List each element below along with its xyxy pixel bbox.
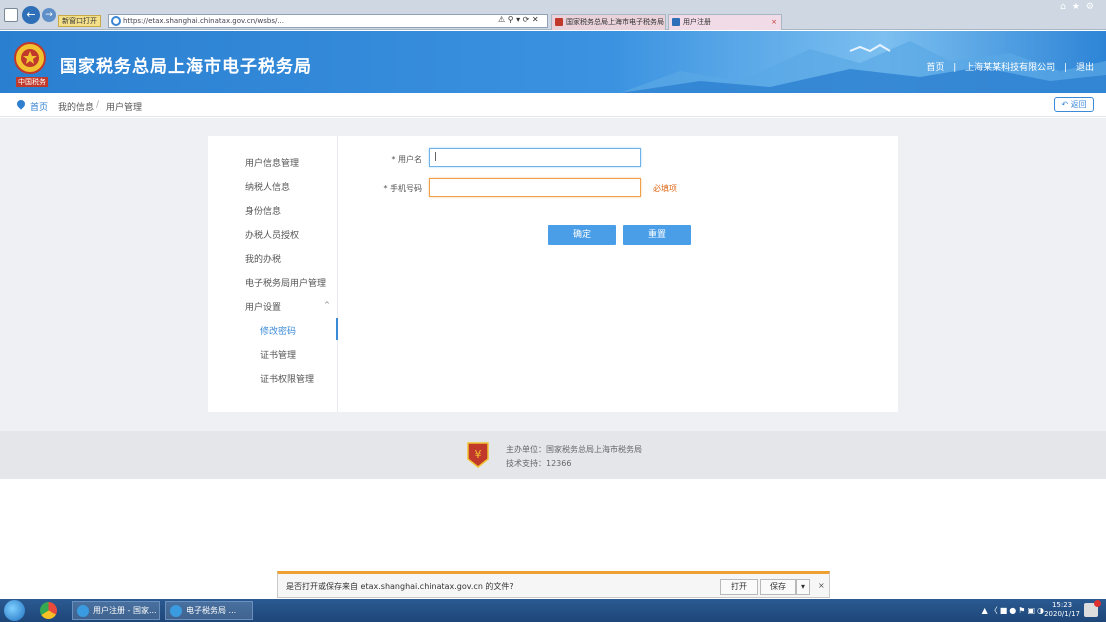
breadcrumb-separator: / (96, 100, 100, 110)
site-header: 中国税务 国家税务总局上海市电子税务局 首页 | 上海某某科技有限公司 | 退出 (0, 31, 1106, 93)
active-indicator (336, 318, 338, 340)
taskbar-ie-window[interactable]: 用户注册 - 国家... (72, 601, 160, 620)
return-button[interactable]: ↶ 返回 (1054, 97, 1094, 112)
browser-toolbar: ← → 新窗口打开 https://etax.shanghai.chinatax… (0, 0, 1106, 30)
ie-icon (111, 16, 121, 26)
field-2-label: * 手机号码 (383, 184, 422, 193)
field-2-input[interactable] (429, 178, 641, 197)
taskbar-clock[interactable]: 15:23 2020/1/17 (1044, 601, 1080, 619)
breadcrumb-level2[interactable]: 我的信息 (58, 100, 94, 113)
menu-item-authorization[interactable]: 办税人员授权 (245, 228, 299, 241)
tab-close-icon[interactable]: × (771, 15, 777, 29)
save-options-dropdown[interactable]: ▾ (796, 579, 810, 595)
taskbar: 用户注册 - 国家... 电子税务局 ... ▲〈■●⚑▣◑ 15:23 202… (0, 599, 1106, 622)
site-title: 国家税务总局上海市电子税务局 (60, 57, 312, 77)
menu-item-user-settings[interactable]: 用户设置 (245, 300, 281, 313)
menu-item-taxpayer-info[interactable]: 纳税人信息 (245, 180, 290, 193)
start-button[interactable] (4, 600, 25, 621)
browser-tab-2[interactable]: 用户注册 × (668, 14, 782, 30)
location-pin-icon (15, 98, 27, 110)
chrome-icon[interactable] (40, 602, 57, 619)
menu-item-my-tax[interactable]: 我的办税 (245, 252, 281, 265)
svg-text:¥: ¥ (475, 448, 482, 461)
browser-tools[interactable]: ⌂★⚙ (1060, 2, 1100, 12)
address-tools[interactable]: ⚠ ⚲ ▾ ⟳ ✕ (498, 15, 539, 24)
menu-subitem-certificates[interactable]: 证书管理 (260, 348, 296, 361)
reset-button[interactable]: 重置 (623, 225, 691, 245)
system-tray[interactable]: ▲〈■●⚑▣◑ (982, 605, 1046, 616)
page-icon (672, 18, 680, 26)
notification-center-icon[interactable] (1084, 600, 1101, 617)
header-sep: | (1064, 63, 1068, 73)
logout-link[interactable]: 退出 (1076, 63, 1094, 73)
back-icon[interactable]: ← (22, 6, 40, 24)
required-hint: 必填项 (653, 184, 677, 193)
field-1-label: * 用户名 (391, 155, 422, 164)
address-text: https://etax.shanghai.chinatax.gov.cn/ws… (123, 17, 284, 25)
logo-subtitle: 中国税务 (16, 77, 48, 87)
taskbar-app-window[interactable]: 电子税务局 ... (165, 601, 253, 620)
header-company-link[interactable]: 上海某某科技有限公司 (965, 63, 1055, 73)
site-footer: ¥ 主办单位：国家税务总局上海市税务局 技术支持：12366 (0, 431, 1106, 479)
download-notification: 是否打开或保存来自 etax.shanghai.chinatax.gov.cn … (277, 571, 830, 598)
tax-site-icon (555, 18, 563, 26)
breadcrumb-level3: 用户管理 (106, 103, 143, 113)
footer-sponsor: 主办单位：国家税务总局上海市税务局 (506, 445, 642, 454)
menu-item-identity[interactable]: 身份信息 (245, 204, 281, 217)
submit-button[interactable]: 确定 (548, 225, 616, 245)
field-1-input[interactable]: | (429, 148, 641, 167)
tax-badge-icon: ¥ (467, 442, 489, 468)
open-button[interactable]: 打开 (720, 579, 758, 595)
header-links: 首页 | 上海某某科技有限公司 | 退出 (920, 60, 1094, 73)
close-icon[interactable]: × (818, 581, 825, 590)
side-menu: 用户信息管理 纳税人信息 身份信息 办税人员授权 我的办税 电子税务局用户管理 … (208, 136, 338, 412)
favorites-chip[interactable]: 新窗口打开 (58, 15, 101, 27)
header-home-link[interactable]: 首页 (926, 63, 944, 73)
page-icon (4, 8, 18, 22)
menu-subitem-password[interactable]: 修改密码 (260, 324, 296, 337)
menu-item-user-info[interactable]: 用户信息管理 (245, 156, 299, 169)
save-button[interactable]: 保存 (760, 579, 796, 595)
menu-item-etax-users[interactable]: 电子税务局用户管理 (245, 276, 326, 289)
app-icon (170, 605, 182, 617)
breadcrumb-home[interactable]: 首页 (30, 100, 48, 113)
download-message: 是否打开或保存来自 etax.shanghai.chinatax.gov.cn … (286, 582, 514, 591)
notification-dot (1094, 600, 1101, 607)
address-bar[interactable]: https://etax.shanghai.chinatax.gov.cn/ws… (108, 14, 548, 28)
browser-tab-1[interactable]: 国家税务总局上海市电子税务局 (551, 14, 666, 30)
breadcrumb: 首页 我的信息 / 用户管理 ↶ 返回 (0, 93, 1106, 117)
collapse-arrow-icon[interactable]: ^ (324, 301, 330, 309)
header-sep: | (953, 63, 957, 73)
footer-support: 技术支持：12366 (506, 459, 572, 468)
forward-icon[interactable]: → (42, 8, 56, 22)
ie-icon (77, 605, 89, 617)
menu-subitem-cert-permissions[interactable]: 证书权限管理 (260, 372, 314, 385)
